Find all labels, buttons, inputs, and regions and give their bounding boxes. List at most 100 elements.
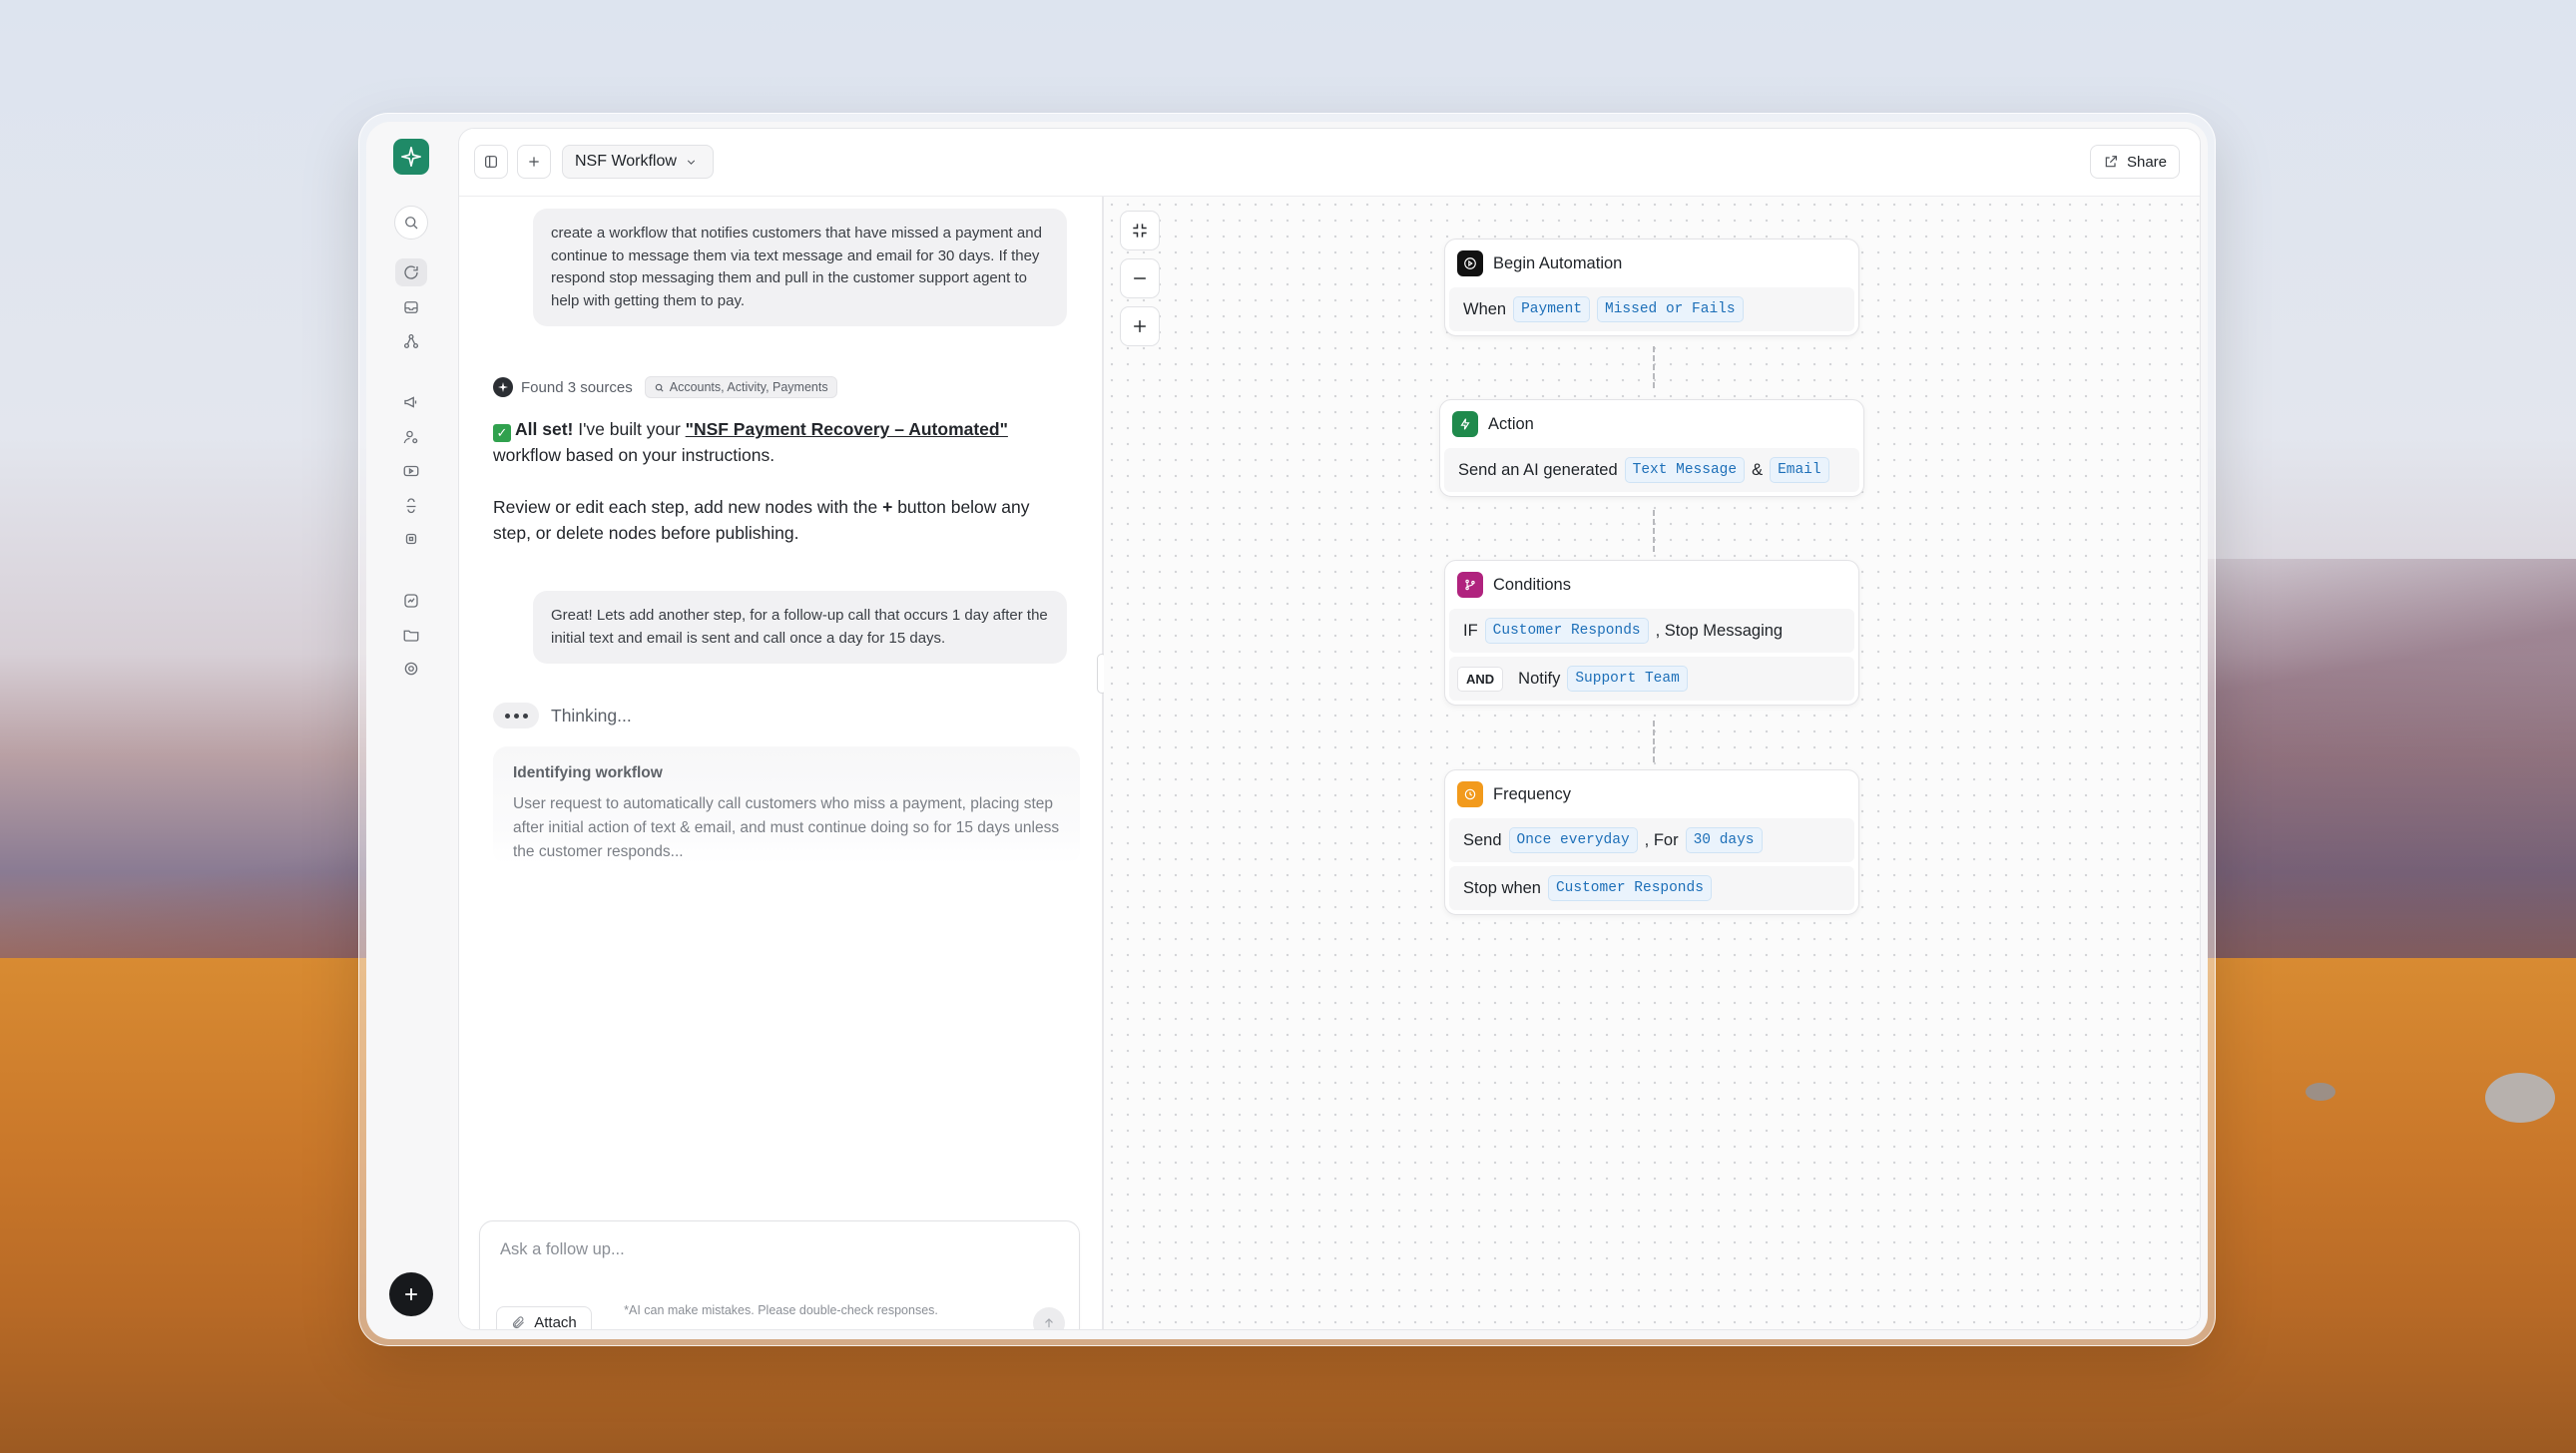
node-title: Action <box>1488 414 1534 433</box>
refresh-icon <box>404 265 418 279</box>
minus-icon <box>1134 277 1146 279</box>
rail-item-media[interactable] <box>395 457 427 485</box>
branch-icon <box>1457 572 1483 598</box>
arrow-up-icon <box>1045 1318 1053 1328</box>
user-message: create a workflow that notifies customer… <box>533 209 1067 326</box>
node-header: Begin Automation <box>1449 243 1854 283</box>
row-text: Send an AI generated <box>1458 460 1618 479</box>
chip-icon <box>405 533 417 545</box>
network-icon <box>403 333 419 349</box>
rail-item-files[interactable] <box>395 621 427 649</box>
and-badge: AND <box>1457 666 1504 692</box>
chart-icon <box>404 594 418 608</box>
fit-view-button[interactable] <box>1120 211 1160 250</box>
rail-item-network[interactable] <box>395 327 427 355</box>
workflow-name: NSF Workflow <box>575 153 677 170</box>
dots-icon <box>493 703 539 728</box>
toggle-sidebar-button[interactable] <box>474 145 508 179</box>
variable-tag[interactable]: 30 days <box>1685 827 1763 853</box>
row-text: , Stop Messaging <box>1655 621 1784 640</box>
check-icon: ✓ <box>493 424 511 442</box>
connector-line <box>1653 721 1655 762</box>
inbox-icon <box>404 301 418 313</box>
app-logo[interactable] <box>393 139 429 175</box>
share-label: Share <box>2126 153 2168 171</box>
node-title: Conditions <box>1493 575 1571 594</box>
variable-tag[interactable]: Payment <box>1513 296 1591 322</box>
search-icon <box>405 217 418 230</box>
node-row: Stop when Customer Responds <box>1449 866 1854 910</box>
thinking-indicator: Thinking... <box>493 703 632 728</box>
rail-item-ai[interactable] <box>395 525 427 553</box>
row-text: , For <box>1644 830 1679 849</box>
rail-item-integrations[interactable] <box>395 491 427 519</box>
main-panel: NSF Workflow Share create a workflow tha… <box>458 128 2201 1330</box>
row-text: & <box>1752 460 1764 479</box>
node-row: Send an AI generated Text Message & Emai… <box>1444 448 1859 492</box>
variable-tag[interactable]: Once everyday <box>1508 827 1638 853</box>
variable-tag[interactable]: Email <box>1770 457 1829 483</box>
rail-item-reports[interactable] <box>395 587 427 615</box>
thinking-card: Identifying workflow User request to aut… <box>493 746 1080 864</box>
rail-item-campaigns[interactable] <box>395 388 427 416</box>
reply-plus: + <box>882 497 893 517</box>
thinking-text: User request to automatically call custo… <box>513 795 1060 860</box>
sidebar-icon <box>485 156 497 168</box>
search-icon <box>655 383 664 392</box>
rail-item-settings[interactable] <box>395 655 427 683</box>
rail-item-workflows[interactable] <box>395 258 427 286</box>
rail-item-inbox[interactable] <box>395 293 427 321</box>
node-header: Action <box>1444 404 1859 444</box>
sources-chip[interactable]: Accounts, Activity, Payments <box>644 376 837 398</box>
collapse-icon <box>1133 224 1147 238</box>
video-icon <box>403 465 419 477</box>
variable-tag[interactable]: Missed or Fails <box>1597 296 1744 322</box>
share-button[interactable]: Share <box>2090 145 2180 179</box>
connector-line <box>1653 346 1655 388</box>
assistant-reply: ✓ All set! I've built your "NSF Payment R… <box>493 416 1052 546</box>
play-icon <box>1457 250 1483 276</box>
node-action[interactable]: Action Send an AI generated Text Message… <box>1439 399 1864 497</box>
folder-icon <box>403 630 419 642</box>
variable-tag[interactable]: Customer Responds <box>1547 875 1712 901</box>
node-conditions[interactable]: Conditions IF Customer Responds , Stop M… <box>1444 560 1859 706</box>
rock-decoration <box>2306 1083 2335 1101</box>
zoom-out-button[interactable] <box>1120 258 1160 298</box>
row-text: IF <box>1463 621 1478 640</box>
node-header: Conditions <box>1449 565 1854 605</box>
reply-lead: All set! <box>515 419 574 439</box>
row-text: When <box>1463 299 1507 318</box>
node-begin-automation[interactable]: Begin Automation When Payment Missed or … <box>1444 239 1859 336</box>
variable-tag[interactable]: Text Message <box>1624 457 1746 483</box>
lightning-icon <box>1452 411 1478 437</box>
sources-chip-label: Accounts, Activity, Payments <box>669 380 828 394</box>
node-frequency[interactable]: Frequency Send Once everyday , For 30 da… <box>1444 769 1859 915</box>
reply-mid: I've built your <box>573 419 686 439</box>
new-tab-button[interactable] <box>517 145 551 179</box>
sources-label: Found 3 sources <box>521 378 633 396</box>
sources-row[interactable]: Found 3 sources Accounts, Activity, Paym… <box>493 376 837 398</box>
clock-icon <box>1457 781 1483 807</box>
workflow-canvas[interactable]: Begin Automation When Payment Missed or … <box>1104 197 2200 1329</box>
thinking-label: Thinking... <box>551 705 632 726</box>
node-title: Begin Automation <box>1493 253 1623 272</box>
user-settings-icon <box>403 430 418 444</box>
ai-disclaimer: *AI can make mistakes. Please double-che… <box>624 1303 938 1317</box>
node-row: IF Customer Responds , Stop Messaging <box>1449 609 1854 653</box>
gear-icon <box>404 662 418 676</box>
user-message: Great! Lets add another step, for a foll… <box>533 591 1067 664</box>
variable-tag[interactable]: Customer Responds <box>1484 618 1649 644</box>
zoom-in-button[interactable] <box>1120 306 1160 346</box>
composer-placeholder[interactable]: Ask a follow up... <box>500 1240 625 1259</box>
search-button[interactable] <box>394 206 428 240</box>
thinking-title: Identifying workflow <box>513 764 663 781</box>
rail-item-contacts[interactable] <box>395 423 427 451</box>
top-bar: NSF Workflow Share <box>459 129 2200 197</box>
new-button[interactable] <box>389 1272 433 1316</box>
workflow-selector[interactable]: NSF Workflow <box>562 145 714 179</box>
variable-tag[interactable]: Support Team <box>1567 666 1688 692</box>
node-row: Send Once everyday , For 30 days <box>1449 818 1854 862</box>
workflow-link[interactable]: "NSF Payment Recovery – Automated" <box>686 419 1008 439</box>
plus-icon <box>405 1288 417 1300</box>
row-text: Notify <box>1518 669 1561 688</box>
